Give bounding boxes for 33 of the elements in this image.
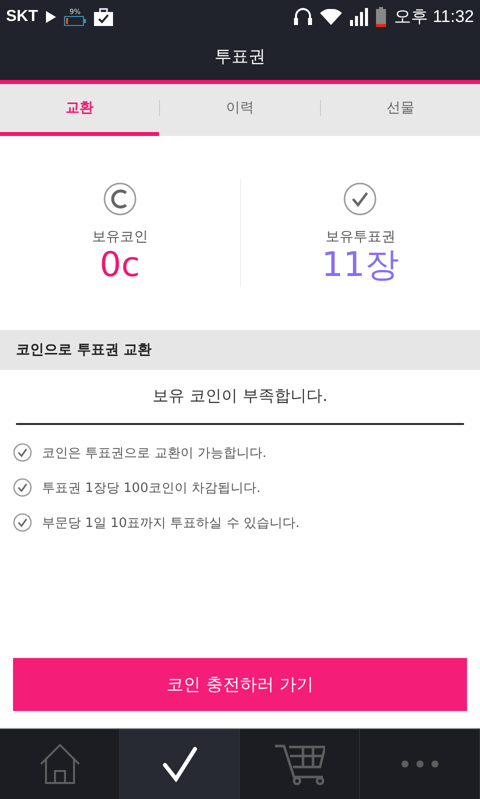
battery-icon [376,6,386,26]
home-icon [38,743,80,785]
window-title: 투표권 [214,46,266,68]
check-icon [162,746,198,782]
coin-icon [102,182,137,216]
section-title: 코인으로 투표권 교환 [16,341,152,359]
clock: 오후 11:32 [394,6,474,28]
check-circle-icon [13,478,32,497]
check-circle-icon [343,182,378,216]
note-text: 투표권 1장당 100코인이 차감됩니다. [42,480,261,496]
headset-icon [294,6,312,26]
wifi-icon [320,8,342,24]
note-text: 부문당 1일 10표까지 투표하실 수 있습니다. [42,514,300,532]
check-circle-icon [13,443,32,462]
signal-icon [350,8,368,26]
note-text: 코인은 투표권으로 교환이 가능합니다. [42,444,267,462]
battery-icon [64,16,86,26]
balance-value: 0c [100,246,140,284]
carrier-name: SKT [6,8,38,26]
balance-label: 보유투표권 [325,228,396,246]
cart-icon [274,743,324,785]
tab[interactable]: 교환 [0,84,160,136]
tab[interactable]: 이력 [160,84,320,136]
briefcase-check-icon [94,8,113,26]
charge-coins-button[interactable]: 코인 충전하러 가기 [13,658,467,711]
more-icon [400,759,440,769]
check-circle-icon [13,513,32,532]
tab[interactable]: 선물 [320,84,480,136]
nav-tab[interactable] [120,729,240,799]
balance-value: 11장 [322,246,399,284]
status-message: 보유 코인이 부족합니다. [152,386,328,407]
balance-label: 보유코인 [92,228,148,246]
play-icon [46,10,56,22]
